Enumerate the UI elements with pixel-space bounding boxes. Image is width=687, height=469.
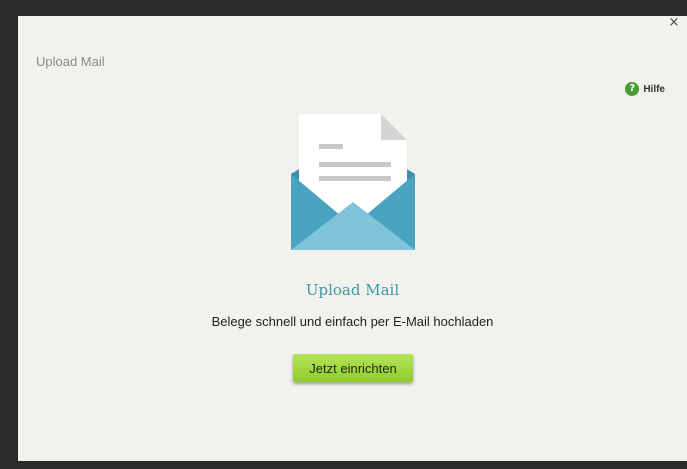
- help-label: Hilfe: [643, 83, 665, 95]
- feature-title: Upload Mail: [305, 281, 400, 299]
- envelope-letter-icon: [291, 114, 415, 250]
- help-link[interactable]: ? Hilfe: [625, 82, 665, 96]
- upload-mail-dialog: × Upload Mail ? Hilfe Upload Mail Belege…: [18, 16, 687, 461]
- question-icon: ?: [625, 82, 640, 96]
- setup-now-button[interactable]: Jetzt einrichten: [293, 354, 413, 382]
- feature-description: Belege schnell und einfach per E-Mail ho…: [211, 314, 494, 329]
- dialog-title: Upload Mail: [36, 54, 105, 69]
- close-button[interactable]: ×: [667, 16, 681, 30]
